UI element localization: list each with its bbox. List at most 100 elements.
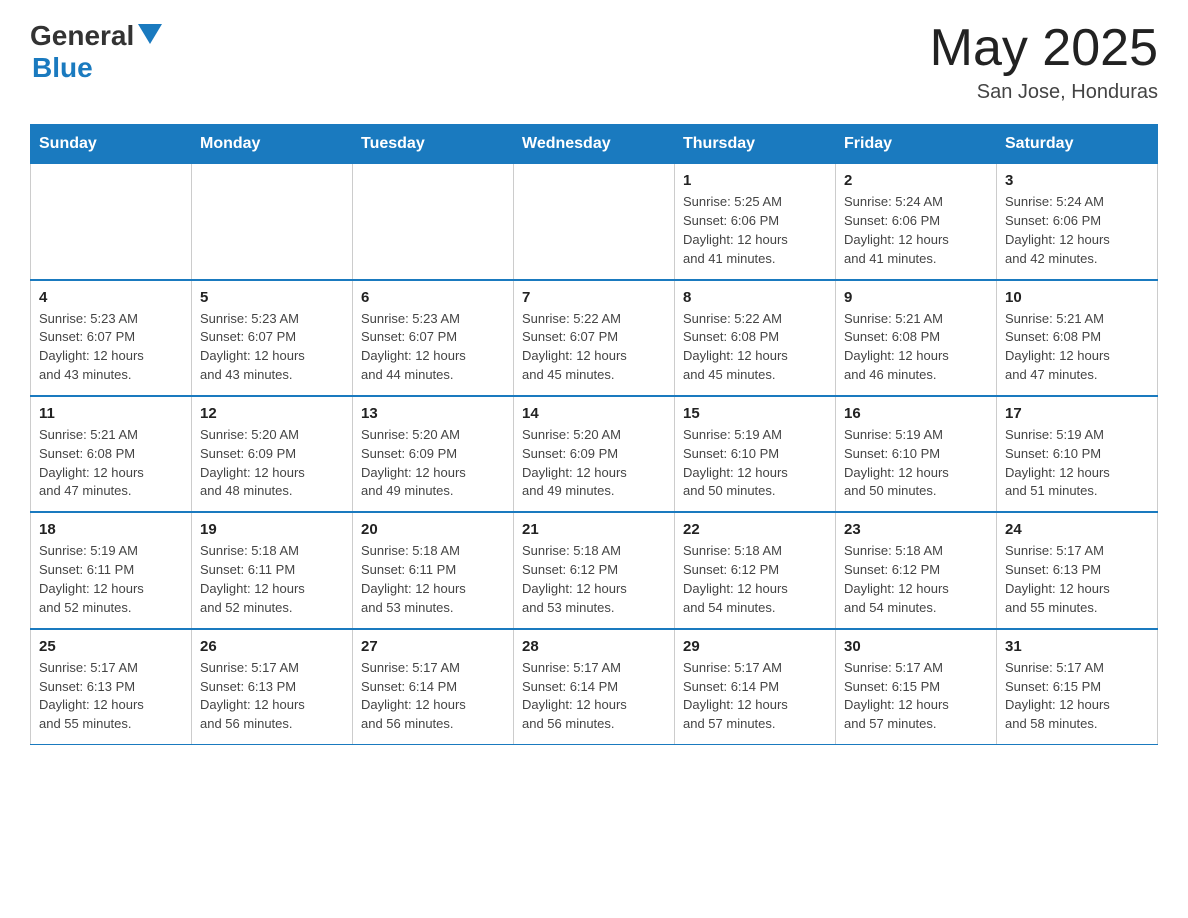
location-text: San Jose, Honduras [930, 81, 1158, 104]
day-info: Sunrise: 5:17 AM Sunset: 6:15 PM Dayligh… [1005, 659, 1149, 734]
calendar-cell: 29 Sunrise: 5:17 AM Sunset: 6:14 PM Dayli… [675, 629, 836, 745]
day-number: 29 [683, 638, 827, 655]
day-number: 8 [683, 289, 827, 306]
day-info: Sunrise: 5:21 AM Sunset: 6:08 PM Dayligh… [844, 310, 988, 385]
page-header: General Blue May 2025 San Jose, Honduras [30, 20, 1158, 104]
day-number: 5 [200, 289, 344, 306]
day-info: Sunrise: 5:18 AM Sunset: 6:12 PM Dayligh… [844, 542, 988, 617]
title-block: May 2025 San Jose, Honduras [930, 20, 1158, 104]
calendar-cell: 4 Sunrise: 5:23 AM Sunset: 6:07 PM Daylig… [31, 280, 192, 396]
day-info: Sunrise: 5:21 AM Sunset: 6:08 PM Dayligh… [1005, 310, 1149, 385]
day-info: Sunrise: 5:20 AM Sunset: 6:09 PM Dayligh… [522, 426, 666, 501]
calendar-week-row: 25 Sunrise: 5:17 AM Sunset: 6:13 PM Dayli… [31, 629, 1158, 745]
day-number: 9 [844, 289, 988, 306]
day-info: Sunrise: 5:22 AM Sunset: 6:07 PM Dayligh… [522, 310, 666, 385]
day-number: 15 [683, 405, 827, 422]
day-number: 26 [200, 638, 344, 655]
day-number: 23 [844, 521, 988, 538]
calendar-cell: 21Sunrise: 5:18 AM Sunset: 6:12 PM Dayli… [514, 512, 675, 628]
day-number: 31 [1005, 638, 1149, 655]
calendar-cell: 5 Sunrise: 5:23 AM Sunset: 6:07 PM Daylig… [192, 280, 353, 396]
calendar-cell: 10 Sunrise: 5:21 AM Sunset: 6:08 PM Dayli… [997, 280, 1158, 396]
calendar-week-row: 18 Sunrise: 5:19 AM Sunset: 6:11 PM Dayli… [31, 512, 1158, 628]
day-info: Sunrise: 5:22 AM Sunset: 6:08 PM Dayligh… [683, 310, 827, 385]
day-number: 10 [1005, 289, 1149, 306]
day-info: Sunrise: 5:23 AM Sunset: 6:07 PM Dayligh… [39, 310, 183, 385]
day-number: 24 [1005, 521, 1149, 538]
calendar-week-row: 1 Sunrise: 5:25 AM Sunset: 6:06 PM Daylig… [31, 164, 1158, 280]
calendar-table: SundayMondayTuesdayWednesdayThursdayFrid… [30, 124, 1158, 745]
calendar-cell: 17Sunrise: 5:19 AM Sunset: 6:10 PM Dayli… [997, 396, 1158, 512]
day-number: 2 [844, 172, 988, 189]
calendar-week-row: 11 Sunrise: 5:21 AM Sunset: 6:08 PM Dayli… [31, 396, 1158, 512]
calendar-cell: 16Sunrise: 5:19 AM Sunset: 6:10 PM Dayli… [836, 396, 997, 512]
calendar-day-header: Wednesday [514, 125, 675, 164]
calendar-cell [31, 164, 192, 280]
day-number: 4 [39, 289, 183, 306]
day-info: Sunrise: 5:23 AM Sunset: 6:07 PM Dayligh… [200, 310, 344, 385]
day-info: Sunrise: 5:18 AM Sunset: 6:12 PM Dayligh… [683, 542, 827, 617]
day-number: 13 [361, 405, 505, 422]
day-number: 30 [844, 638, 988, 655]
calendar-cell: 11 Sunrise: 5:21 AM Sunset: 6:08 PM Dayli… [31, 396, 192, 512]
day-info: Sunrise: 5:19 AM Sunset: 6:11 PM Dayligh… [39, 542, 183, 617]
calendar-cell [514, 164, 675, 280]
day-number: 1 [683, 172, 827, 189]
calendar-header-row: SundayMondayTuesdayWednesdayThursdayFrid… [31, 125, 1158, 164]
calendar-cell: 18 Sunrise: 5:19 AM Sunset: 6:11 PM Dayli… [31, 512, 192, 628]
calendar-cell: 2 Sunrise: 5:24 AM Sunset: 6:06 PM Daylig… [836, 164, 997, 280]
calendar-cell: 6Sunrise: 5:23 AM Sunset: 6:07 PM Daylig… [353, 280, 514, 396]
calendar-cell: 28Sunrise: 5:17 AM Sunset: 6:14 PM Dayli… [514, 629, 675, 745]
day-info: Sunrise: 5:17 AM Sunset: 6:14 PM Dayligh… [361, 659, 505, 734]
calendar-day-header: Friday [836, 125, 997, 164]
day-info: Sunrise: 5:21 AM Sunset: 6:08 PM Dayligh… [39, 426, 183, 501]
calendar-cell: 8 Sunrise: 5:22 AM Sunset: 6:08 PM Daylig… [675, 280, 836, 396]
day-number: 21 [522, 521, 666, 538]
day-number: 12 [200, 405, 344, 422]
day-number: 3 [1005, 172, 1149, 189]
calendar-day-header: Sunday [31, 125, 192, 164]
calendar-cell [192, 164, 353, 280]
day-info: Sunrise: 5:23 AM Sunset: 6:07 PM Dayligh… [361, 310, 505, 385]
logo-blue-text: Blue [32, 52, 93, 84]
calendar-cell [353, 164, 514, 280]
day-number: 20 [361, 521, 505, 538]
calendar-cell: 25 Sunrise: 5:17 AM Sunset: 6:13 PM Dayli… [31, 629, 192, 745]
day-info: Sunrise: 5:17 AM Sunset: 6:14 PM Dayligh… [683, 659, 827, 734]
calendar-cell: 12Sunrise: 5:20 AM Sunset: 6:09 PM Dayli… [192, 396, 353, 512]
calendar-cell: 24 Sunrise: 5:17 AM Sunset: 6:13 PM Dayli… [997, 512, 1158, 628]
logo: General Blue [30, 20, 162, 84]
day-number: 25 [39, 638, 183, 655]
calendar-cell: 7Sunrise: 5:22 AM Sunset: 6:07 PM Daylig… [514, 280, 675, 396]
logo-general-text: General [30, 20, 134, 52]
day-info: Sunrise: 5:18 AM Sunset: 6:11 PM Dayligh… [200, 542, 344, 617]
day-number: 28 [522, 638, 666, 655]
calendar-cell: 22 Sunrise: 5:18 AM Sunset: 6:12 PM Dayli… [675, 512, 836, 628]
day-info: Sunrise: 5:25 AM Sunset: 6:06 PM Dayligh… [683, 193, 827, 268]
calendar-cell: 27Sunrise: 5:17 AM Sunset: 6:14 PM Dayli… [353, 629, 514, 745]
calendar-day-header: Monday [192, 125, 353, 164]
calendar-cell: 15 Sunrise: 5:19 AM Sunset: 6:10 PM Dayli… [675, 396, 836, 512]
day-info: Sunrise: 5:24 AM Sunset: 6:06 PM Dayligh… [844, 193, 988, 268]
calendar-week-row: 4 Sunrise: 5:23 AM Sunset: 6:07 PM Daylig… [31, 280, 1158, 396]
day-number: 22 [683, 521, 827, 538]
day-info: Sunrise: 5:18 AM Sunset: 6:11 PM Dayligh… [361, 542, 505, 617]
day-info: Sunrise: 5:19 AM Sunset: 6:10 PM Dayligh… [683, 426, 827, 501]
day-number: 14 [522, 405, 666, 422]
day-info: Sunrise: 5:24 AM Sunset: 6:06 PM Dayligh… [1005, 193, 1149, 268]
day-info: Sunrise: 5:20 AM Sunset: 6:09 PM Dayligh… [361, 426, 505, 501]
day-info: Sunrise: 5:17 AM Sunset: 6:13 PM Dayligh… [1005, 542, 1149, 617]
calendar-cell: 20 Sunrise: 5:18 AM Sunset: 6:11 PM Dayli… [353, 512, 514, 628]
day-info: Sunrise: 5:17 AM Sunset: 6:15 PM Dayligh… [844, 659, 988, 734]
day-info: Sunrise: 5:19 AM Sunset: 6:10 PM Dayligh… [844, 426, 988, 501]
day-info: Sunrise: 5:17 AM Sunset: 6:13 PM Dayligh… [39, 659, 183, 734]
calendar-cell: 1 Sunrise: 5:25 AM Sunset: 6:06 PM Daylig… [675, 164, 836, 280]
calendar-cell: 19Sunrise: 5:18 AM Sunset: 6:11 PM Dayli… [192, 512, 353, 628]
calendar-day-header: Saturday [997, 125, 1158, 164]
day-number: 11 [39, 405, 183, 422]
calendar-day-header: Tuesday [353, 125, 514, 164]
calendar-cell: 13 Sunrise: 5:20 AM Sunset: 6:09 PM Dayli… [353, 396, 514, 512]
day-number: 18 [39, 521, 183, 538]
month-title: May 2025 [930, 20, 1158, 77]
day-number: 17 [1005, 405, 1149, 422]
